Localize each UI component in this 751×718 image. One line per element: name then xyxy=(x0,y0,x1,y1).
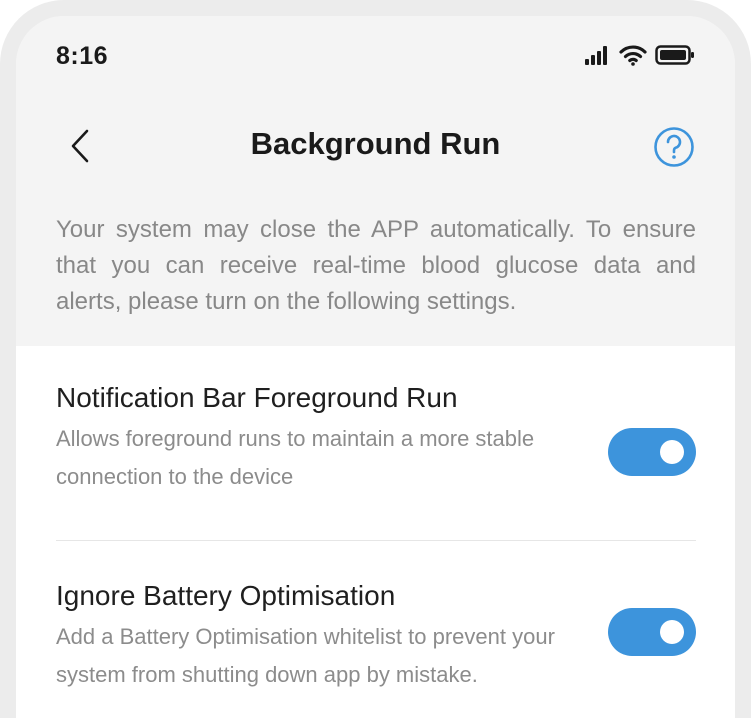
status-bar: 8:16 xyxy=(16,16,735,96)
phone-frame: 8:16 Background Run Your system may clos… xyxy=(0,0,751,718)
signal-icon xyxy=(585,45,611,65)
status-time: 8:16 xyxy=(56,42,109,70)
battery-icon xyxy=(655,45,695,65)
screen: 8:16 Background Run Your system may clos… xyxy=(16,16,735,718)
wifi-icon xyxy=(619,44,647,66)
settings-panel: Notification Bar Foreground Run Allows f… xyxy=(16,346,735,718)
battery-optimisation-toggle[interactable] xyxy=(608,608,696,656)
setting-description: Allows foreground runs to maintain a mor… xyxy=(56,426,535,489)
setting-title: Ignore Battery Optimisation xyxy=(56,580,396,611)
setting-title: Notification Bar Foreground Run xyxy=(56,382,458,413)
setting-row-battery-optimisation: Ignore Battery Optimisation Add a Batter… xyxy=(56,578,696,694)
setting-row-foreground-run: Notification Bar Foreground Run Allows f… xyxy=(56,380,696,496)
page-title: Background Run xyxy=(250,126,501,161)
toggle-knob xyxy=(660,440,684,464)
help-button[interactable] xyxy=(653,126,695,168)
foreground-run-toggle[interactable] xyxy=(608,428,696,476)
nav-bar: Background Run xyxy=(16,106,735,186)
setting-description: Add a Battery Optimisation whitelist to … xyxy=(56,624,555,687)
toggle-knob xyxy=(660,620,684,644)
question-circle-icon xyxy=(654,127,694,167)
status-icons xyxy=(585,44,695,66)
intro-description: Your system may close the APP automatica… xyxy=(56,216,696,315)
divider xyxy=(56,540,696,541)
